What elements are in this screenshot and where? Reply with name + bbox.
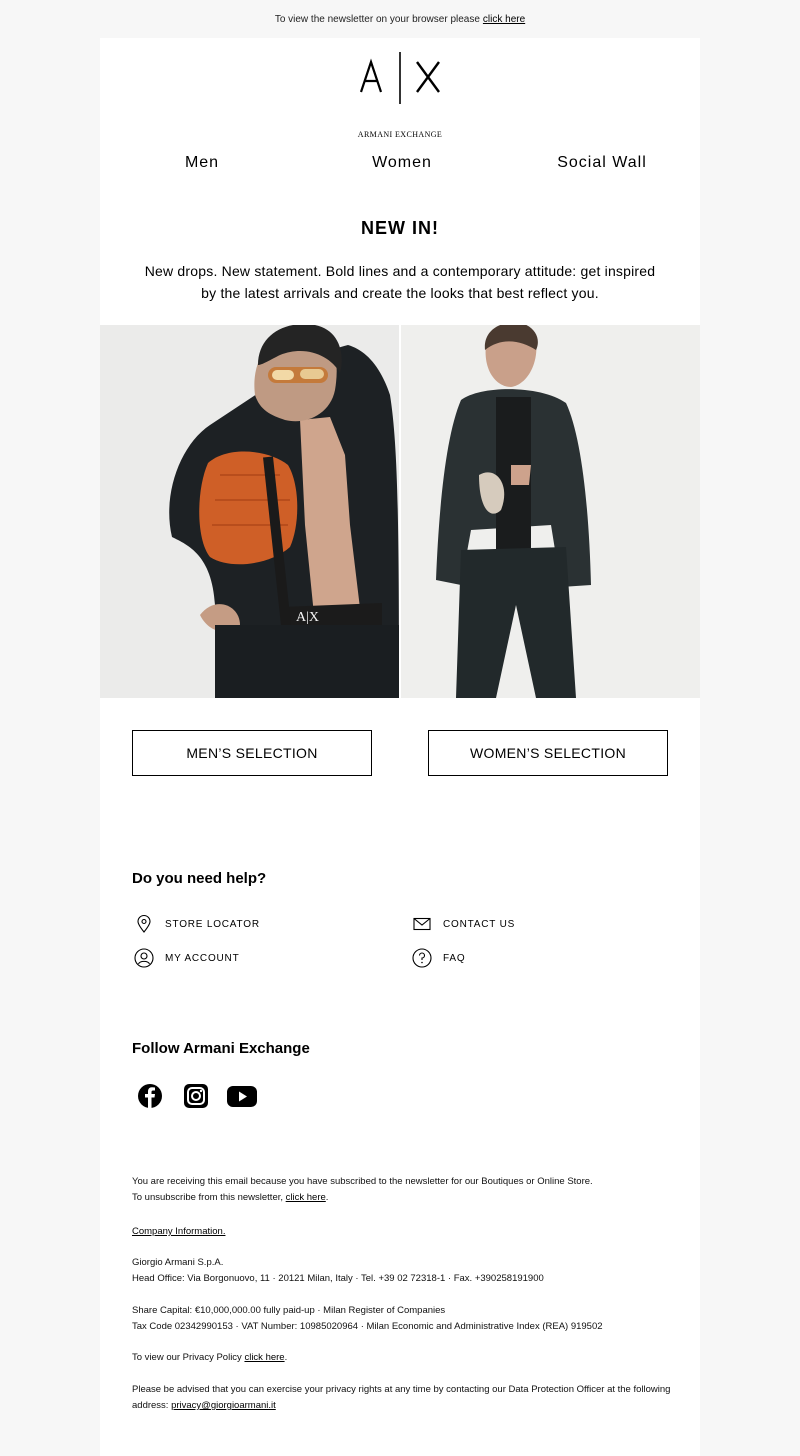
nav-women[interactable]: Women	[302, 154, 502, 172]
location-pin-icon	[137, 914, 151, 933]
preheader: To view the newsletter on your browser p…	[0, 0, 800, 38]
help-title: Do you need help?	[132, 870, 267, 887]
store-locator-label: STORE LOCATOR	[165, 918, 260, 930]
faq-link[interactable]: FAQ	[412, 948, 465, 968]
svg-text:A|X: A|X	[296, 610, 319, 625]
preheader-text: To view the newsletter on your browser p…	[274, 13, 480, 25]
envelope-icon	[413, 917, 431, 931]
female-model-illustration	[401, 325, 700, 698]
my-account-link[interactable]: MY ACCOUNT	[134, 948, 240, 968]
unsubscribe-line: To unsubscribe from this newsletter, cli…	[132, 1192, 329, 1203]
privacy-rights: Please be advised that you can exercise …	[132, 1382, 672, 1414]
store-locator-link[interactable]: STORE LOCATOR	[134, 914, 260, 934]
company-info-link[interactable]: Company Information.	[132, 1226, 225, 1237]
social-links	[134, 1082, 258, 1110]
subscription-text: You are receiving this email because you…	[132, 1176, 593, 1187]
my-account-label: MY ACCOUNT	[165, 952, 240, 964]
user-icon	[134, 948, 154, 968]
mens-campaign-image[interactable]: A|X	[100, 325, 399, 698]
share-capital: Share Capital: €10,000,000.00 fully paid…	[132, 1305, 446, 1316]
contact-us-link[interactable]: CONTACT US	[412, 914, 515, 934]
head-office: Head Office: Via Borgonuovo, 11 · 20121 …	[132, 1273, 544, 1284]
follow-title: Follow Armani Exchange	[132, 1040, 310, 1057]
privacy-policy-link[interactable]: click here	[244, 1352, 284, 1363]
hero-title: NEW IN!	[361, 218, 439, 238]
faq-label: FAQ	[443, 952, 466, 964]
tax-code: Tax Code 02342990153 · VAT Number: 10985…	[132, 1321, 603, 1332]
brand-logo[interactable]: ARMANI EXCHANGE	[100, 50, 700, 139]
company-address: Giorgio Armani S.p.A. Head Office: Via B…	[132, 1255, 672, 1287]
company-name: Giorgio Armani S.p.A.	[132, 1257, 224, 1268]
mens-selection-button[interactable]: MEN’S SELECTION	[132, 730, 372, 776]
unsubscribe-link[interactable]: click here	[286, 1192, 326, 1203]
youtube-icon[interactable]	[226, 1082, 258, 1110]
womens-selection-button[interactable]: WOMEN’S SELECTION	[428, 730, 668, 776]
ax-logo-icon	[360, 52, 440, 104]
privacy-email-link[interactable]: privacy@giorgioarmani.it	[171, 1400, 276, 1411]
email-body: ARMANI EXCHANGE Men Women Social Wall NE…	[100, 38, 700, 1456]
nav-men[interactable]: Men	[102, 154, 302, 172]
contact-us-label: CONTACT US	[443, 918, 516, 930]
womens-campaign-image[interactable]	[401, 325, 700, 698]
company-registry: Share Capital: €10,000,000.00 fully paid…	[132, 1303, 672, 1335]
subscription-notice: You are receiving this email because you…	[132, 1174, 672, 1206]
male-model-illustration: A|X	[100, 325, 399, 698]
privacy-policy-line: To view our Privacy Policy click here.	[132, 1352, 288, 1363]
facebook-icon[interactable]	[134, 1082, 166, 1110]
privacy-text: To view our Privacy Policy	[132, 1352, 242, 1363]
question-icon	[412, 948, 432, 968]
hero-body: New drops. New statement. Bold lines and…	[144, 263, 656, 301]
nav-social-wall[interactable]: Social Wall	[502, 154, 702, 172]
main-nav: Men Women Social Wall	[100, 154, 700, 174]
unsubscribe-text: To unsubscribe from this newsletter,	[132, 1192, 284, 1203]
company-info: Company Information.	[132, 1224, 672, 1240]
instagram-icon[interactable]	[180, 1082, 212, 1110]
view-in-browser-link[interactable]: click here	[483, 14, 525, 25]
brand-name: ARMANI EXCHANGE	[357, 130, 443, 139]
